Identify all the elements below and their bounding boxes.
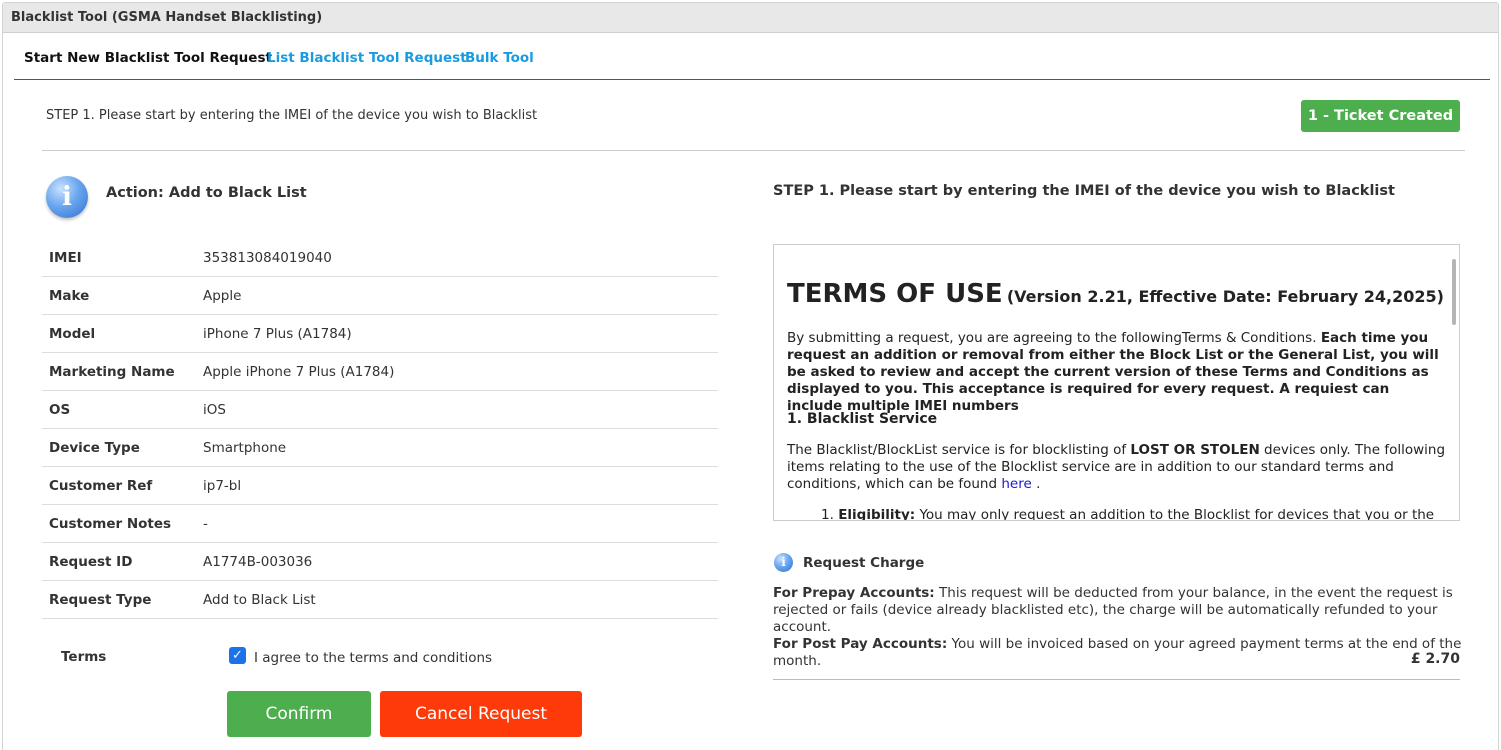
list-item: 1. Eligibility: You may only request an … <box>821 507 1451 521</box>
detail-value: Apple <box>203 288 242 304</box>
table-row: Device Type Smartphone <box>42 429 718 467</box>
detail-label: Device Type <box>49 440 140 456</box>
detail-label: Marketing Name <box>49 364 175 380</box>
blacklist-service-paragraph: The Blacklist/BlockList service is for b… <box>787 442 1452 493</box>
list-number: 1. <box>821 507 834 521</box>
table-row: Model iPhone 7 Plus (A1784) <box>42 315 718 353</box>
agree-terms-checkbox[interactable]: ✓ <box>229 647 246 664</box>
terms-label: Terms <box>61 649 107 665</box>
terms-intro-text: By submitting a request, you are agreein… <box>787 330 1321 346</box>
prepay-label: For Prepay Accounts: <box>773 585 935 601</box>
detail-value: iPhone 7 Plus (A1784) <box>203 326 352 342</box>
step-instruction: STEP 1. Please start by entering the IME… <box>46 108 538 123</box>
divider <box>773 679 1460 680</box>
table-row: OS iOS <box>42 391 718 429</box>
scrollbar-thumb[interactable] <box>1452 259 1456 325</box>
terms-here-link[interactable]: here <box>1001 476 1031 492</box>
detail-value: Add to Black List <box>203 592 316 608</box>
terms-of-use-heading: TERMS OF USE (Version 2.21, Effective Da… <box>787 279 1444 309</box>
terms-title: TERMS OF USE <box>787 279 1003 309</box>
detail-value: Smartphone <box>203 440 287 456</box>
divider <box>42 150 1465 151</box>
detail-value: Apple iPhone 7 Plus (A1784) <box>203 364 395 380</box>
ticket-created-button[interactable]: 1 - Ticket Created <box>1301 100 1460 132</box>
detail-value: 353813084019040 <box>203 250 332 266</box>
table-row: Marketing Name Apple iPhone 7 Plus (A178… <box>42 353 718 391</box>
request-details-table: IMEI 353813084019040 Make Apple Model iP… <box>42 239 718 619</box>
service-text: The Blacklist/BlockList service is for b… <box>787 442 1131 458</box>
detail-label: Request ID <box>49 554 133 570</box>
panel-title: Blacklist Tool (GSMA Handset Blacklistin… <box>3 3 1498 33</box>
tab-bulk-tool[interactable]: Bulk Tool <box>465 50 534 66</box>
postpay-label: For Post Pay Accounts: <box>773 636 948 652</box>
detail-label: OS <box>49 402 71 418</box>
terms-version: (Version 2.21, Effective Date: February … <box>1006 287 1444 306</box>
info-icon: i <box>46 176 88 218</box>
detail-label: IMEI <box>49 250 82 266</box>
right-step-title: STEP 1. Please start by entering the IME… <box>773 183 1395 199</box>
terms-intro-paragraph: By submitting a request, you are agreein… <box>787 330 1447 415</box>
list-item-text: You may only request an addition to the … <box>915 507 1435 521</box>
terms-of-use-scrollbox[interactable]: TERMS OF USE (Version 2.21, Effective Da… <box>773 244 1460 521</box>
tab-start-new-request[interactable]: Start New Blacklist Tool Request <box>24 50 272 66</box>
table-row: Make Apple <box>42 277 718 315</box>
detail-label: Model <box>49 326 96 342</box>
tab-bar: Start New Blacklist Tool Request List Bl… <box>14 40 1490 80</box>
info-icon: i <box>774 553 793 572</box>
detail-value: ip7-bl <box>203 478 242 494</box>
service-text: . <box>1031 476 1041 492</box>
action-title: Action: Add to Black List <box>106 185 307 201</box>
table-row: Customer Notes - <box>42 505 718 543</box>
cancel-request-button[interactable]: Cancel Request <box>380 691 582 737</box>
detail-label: Customer Ref <box>49 478 153 494</box>
charge-amount: £ 2.70 <box>1410 651 1460 667</box>
request-charge-title: Request Charge <box>803 555 925 571</box>
confirm-button[interactable]: Confirm <box>227 691 371 737</box>
tab-list-requests[interactable]: List Blacklist Tool Request <box>267 50 467 66</box>
detail-value: - <box>203 516 208 532</box>
detail-label: Customer Notes <box>49 516 172 532</box>
table-row: Customer Ref ip7-bl <box>42 467 718 505</box>
detail-value: A1774B-003036 <box>203 554 313 570</box>
detail-label: Request Type <box>49 592 152 608</box>
list-item-bold: Eligibility: <box>838 507 916 521</box>
service-bold: LOST OR STOLEN <box>1130 442 1260 458</box>
agree-terms-label[interactable]: I agree to the terms and conditions <box>254 650 492 666</box>
table-row: Request Type Add to Black List <box>42 581 718 619</box>
detail-value: iOS <box>203 402 226 418</box>
detail-label: Make <box>49 288 90 304</box>
table-row: IMEI 353813084019040 <box>42 239 718 277</box>
section-heading: 1. Blacklist Service <box>787 411 938 427</box>
table-row: Request ID A1774B-003036 <box>42 543 718 581</box>
